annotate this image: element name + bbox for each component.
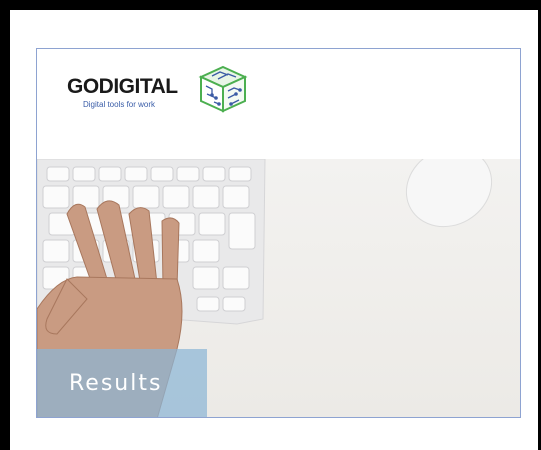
hero-caption: Results	[69, 371, 163, 396]
circuit-box-logo-icon	[198, 65, 248, 113]
hero-photo: Results	[37, 159, 520, 417]
logo-wordmark: GODIGITAL	[67, 75, 178, 98]
content-card: GODIGITAL Digital tools for work Results	[36, 48, 521, 418]
logo-tagline: Digital tools for work	[83, 100, 156, 109]
logo-header: GODIGITAL Digital tools for work	[37, 49, 520, 159]
